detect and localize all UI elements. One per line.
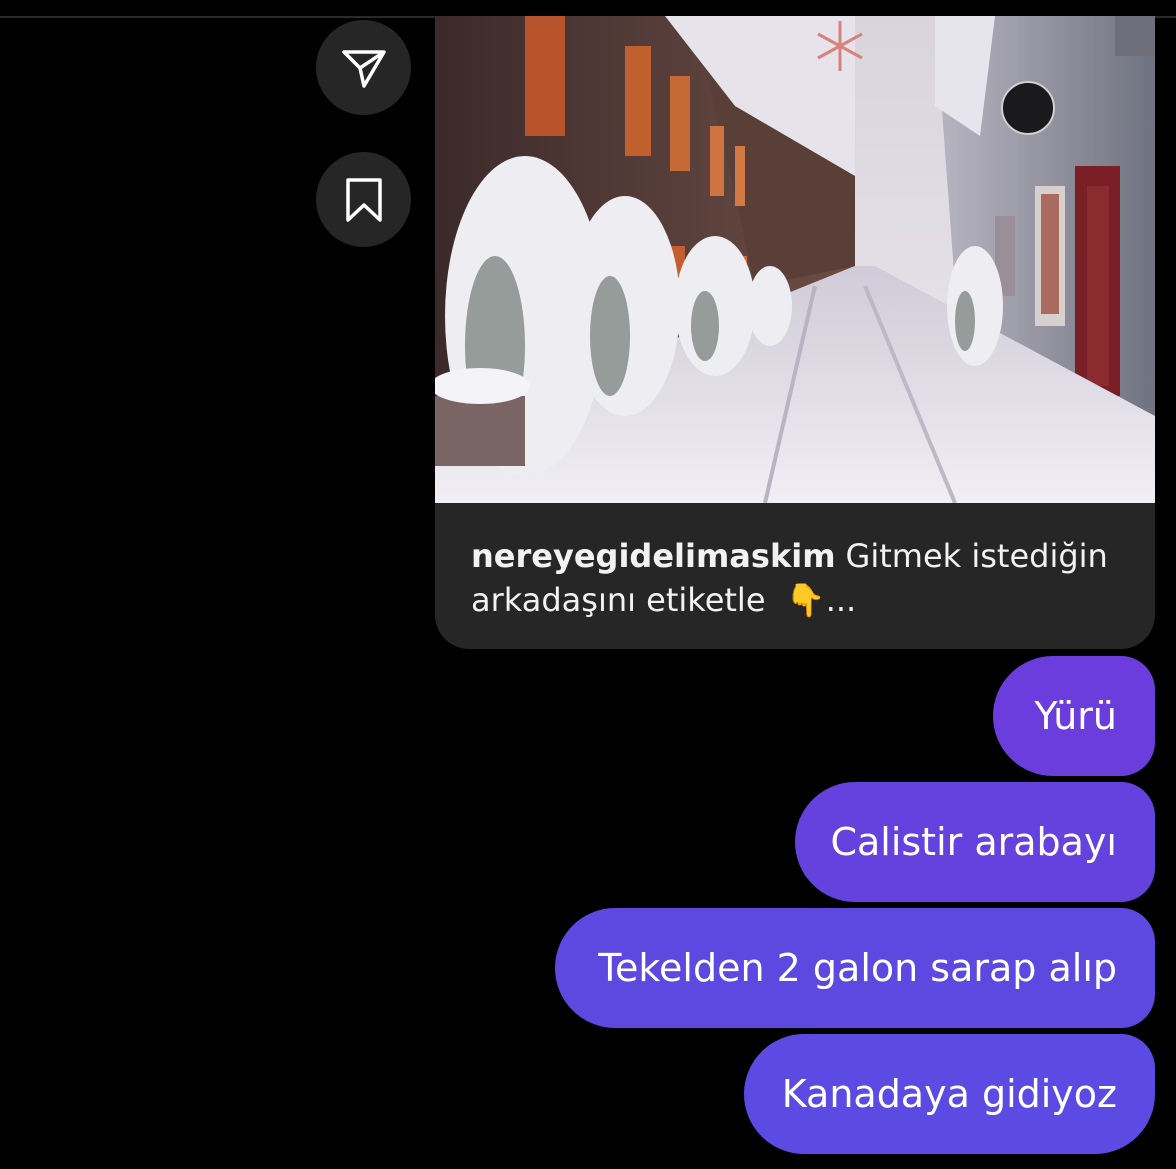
message-text: Kanadaya gidiyoz: [781, 1072, 1117, 1116]
paper-plane-icon: [340, 44, 388, 92]
message-text: Calistir arabayı: [830, 820, 1117, 864]
pointing-down-emoji: 👇: [785, 581, 826, 619]
message-text: Tekelden 2 galon sarap alıp: [598, 946, 1117, 990]
post-caption: nereyegidelimaskim Gitmek istediğin arkad…: [471, 534, 1131, 622]
share-button[interactable]: [316, 20, 411, 115]
post-username[interactable]: nereyegidelimaskim: [471, 537, 836, 575]
caption-more[interactable]: ...: [826, 581, 857, 619]
message-bubble[interactable]: Yürü: [993, 656, 1155, 776]
message-bubble[interactable]: Kanadaya gidiyoz: [744, 1034, 1155, 1154]
message-text: Yürü: [1034, 694, 1117, 738]
message-bubble[interactable]: Tekelden 2 galon sarap alıp: [555, 908, 1155, 1028]
bookmark-icon: [342, 176, 386, 224]
message-bubble[interactable]: Calistir arabayı: [795, 782, 1155, 902]
save-button[interactable]: [316, 152, 411, 247]
post-image[interactable]: [435, 16, 1155, 503]
shared-post-card[interactable]: nereyegidelimaskim Gitmek istediğin arkad…: [435, 16, 1155, 649]
ecogriffe-logo: [1001, 81, 1055, 135]
